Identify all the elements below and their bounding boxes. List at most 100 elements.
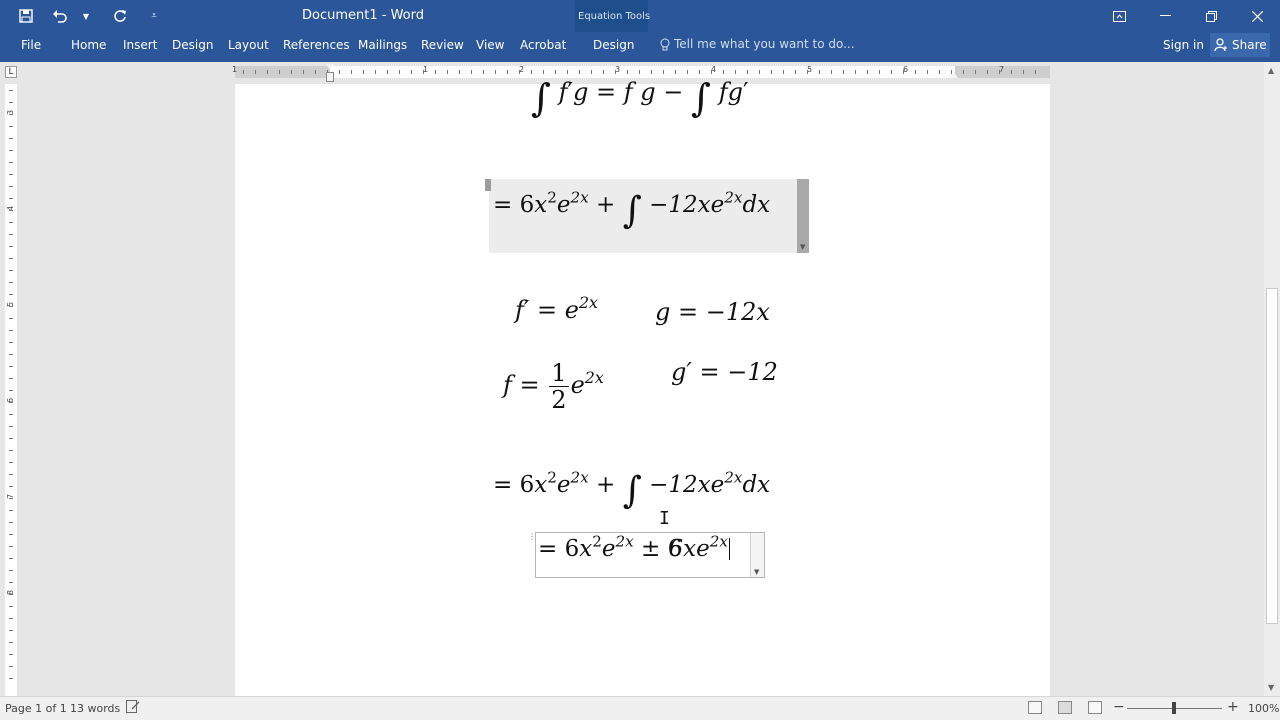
- math-text: =: [493, 472, 513, 498]
- horizontal-ruler[interactable]: 1 1 2 3 4 5 6 7: [232, 65, 1050, 78]
- equation-f[interactable]: f = 1 2 e2x: [503, 360, 604, 413]
- ruler-tick: [9, 486, 13, 487]
- undo-icon[interactable]: [48, 4, 72, 28]
- equation-move-handle[interactable]: ⋮: [528, 533, 536, 547]
- ruler-tick: [543, 70, 544, 74]
- zoom-level[interactable]: 100%: [1248, 702, 1279, 715]
- ruler-tick: [675, 70, 676, 74]
- ruler-tick: [591, 70, 592, 74]
- minimize-icon[interactable]: [1142, 0, 1188, 32]
- math-text: =: [699, 358, 720, 386]
- zoom-in-button[interactable]: +: [1227, 699, 1239, 715]
- share-button[interactable]: Share: [1210, 33, 1270, 57]
- ruler-tick: [915, 70, 916, 74]
- first-line-indent-marker[interactable]: [326, 64, 334, 70]
- math-text: 2x: [570, 468, 589, 487]
- ruler-tick: [9, 426, 13, 427]
- math-text: =: [519, 371, 540, 399]
- ruler-tick: [639, 70, 640, 74]
- web-layout-icon[interactable]: [1088, 701, 1102, 714]
- math-text: 2x: [615, 532, 634, 551]
- math-text: 2x: [584, 368, 604, 388]
- print-layout-icon[interactable]: [1058, 701, 1072, 714]
- vertical-ruler[interactable]: 3 4 5 6 7 8: [5, 84, 17, 696]
- undo-dropdown-icon[interactable]: ▼: [74, 4, 98, 28]
- tab-acrobat[interactable]: Acrobat: [520, 38, 566, 52]
- math-text: +: [596, 472, 616, 498]
- ruler-tick: [9, 150, 13, 151]
- tab-layout[interactable]: Layout: [228, 38, 269, 52]
- right-indent-marker[interactable]: [950, 72, 958, 78]
- read-mode-icon[interactable]: [1028, 701, 1042, 714]
- math-text: g: [573, 78, 589, 106]
- ruler-number: 1: [232, 65, 238, 74]
- scroll-up-icon[interactable]: ▲: [1268, 66, 1274, 75]
- word-count[interactable]: 13 words: [70, 702, 120, 715]
- tab-insert[interactable]: Insert: [123, 38, 157, 52]
- document-page[interactable]: ∫ f′g = f g − ∫ fg′ ▼ = 6x2e2x + ∫ −12xe…: [235, 78, 1050, 696]
- ruler-tick: [567, 70, 568, 74]
- ruler-tick: [9, 438, 13, 439]
- redo-icon[interactable]: [108, 4, 132, 28]
- person-icon: [1214, 38, 1227, 52]
- equation-g-prime[interactable]: g′ = −12: [671, 358, 778, 386]
- equation-options-button[interactable]: ▼: [750, 533, 764, 577]
- math-text: g: [727, 78, 743, 106]
- restore-icon[interactable]: [1188, 0, 1234, 32]
- tab-view[interactable]: View: [476, 38, 504, 52]
- customize-qat-icon[interactable]: ⩡: [142, 4, 166, 28]
- vertical-scrollbar[interactable]: ▲ ▼: [1264, 62, 1280, 696]
- tab-equation-design[interactable]: Design: [593, 38, 634, 52]
- zoom-slider-thumb[interactable]: [1172, 702, 1176, 714]
- scroll-down-icon[interactable]: ▼: [1268, 683, 1274, 692]
- status-bar: Page 1 of 1 13 words − + 100%: [0, 696, 1280, 720]
- ruler-tick: [9, 498, 13, 499]
- ruler-tick: [687, 70, 688, 74]
- sign-in-link[interactable]: Sign in: [1163, 38, 1204, 52]
- tab-mailings[interactable]: Mailings: [358, 38, 407, 52]
- ruler-tick: [795, 70, 796, 74]
- tab-review[interactable]: Review: [421, 38, 464, 52]
- proofing-icon[interactable]: [126, 700, 140, 716]
- left-indent-marker[interactable]: [326, 72, 334, 82]
- math-text: e: [556, 192, 571, 218]
- math-text: x: [534, 192, 548, 218]
- equation-line-1[interactable]: = 6x2e2x + ∫ −12xe2xdx: [493, 190, 771, 228]
- ruler-tick: [339, 70, 340, 74]
- close-icon[interactable]: [1234, 0, 1280, 32]
- equation-move-handle[interactable]: [485, 179, 491, 191]
- ruler-tick: [663, 70, 664, 74]
- ruler-tick: [375, 70, 376, 74]
- tab-home[interactable]: Home: [71, 38, 106, 52]
- math-text: 6: [519, 192, 535, 218]
- ruler-tick: [9, 582, 13, 583]
- ribbon-display-options-icon[interactable]: [1096, 0, 1142, 32]
- tab-selector[interactable]: L: [5, 66, 17, 78]
- save-icon[interactable]: [14, 4, 38, 28]
- integral-sign: ∫: [622, 468, 642, 512]
- ruler-tick: [387, 70, 388, 74]
- equation-line-2[interactable]: = 6x2e2x + ∫ −12xe2xdx: [493, 468, 770, 508]
- math-text: g′: [671, 358, 692, 386]
- math-text: dx: [742, 192, 771, 218]
- tell-me-box[interactable]: Tell me what you want to do...: [660, 37, 855, 51]
- math-text: 2: [592, 532, 602, 551]
- equation-f-prime[interactable]: f′ = e2x: [515, 295, 598, 324]
- ruler-tick: [399, 70, 400, 74]
- page-count[interactable]: Page 1 of 1: [5, 702, 67, 715]
- tab-design[interactable]: Design: [172, 38, 213, 52]
- ruler-tick: [615, 70, 616, 74]
- math-text: =: [538, 536, 558, 562]
- ruler-tick: [291, 70, 292, 74]
- scrollbar-thumb[interactable]: [1266, 288, 1278, 624]
- window-controls: [1096, 0, 1280, 32]
- zoom-out-button[interactable]: −: [1113, 699, 1125, 715]
- equation-g[interactable]: g = −12x: [655, 298, 770, 326]
- tab-file[interactable]: File: [21, 38, 41, 52]
- equation-integration-by-parts[interactable]: ∫ f′g = f g − ∫ fg′: [531, 78, 748, 117]
- tab-references[interactable]: References: [283, 38, 350, 52]
- ruler-tick: [9, 222, 13, 223]
- equation-line-3[interactable]: = 6x2e2x ± 66xe2x: [538, 532, 730, 562]
- equation-options-button[interactable]: ▼: [797, 179, 809, 253]
- ruler-tick: [975, 70, 976, 74]
